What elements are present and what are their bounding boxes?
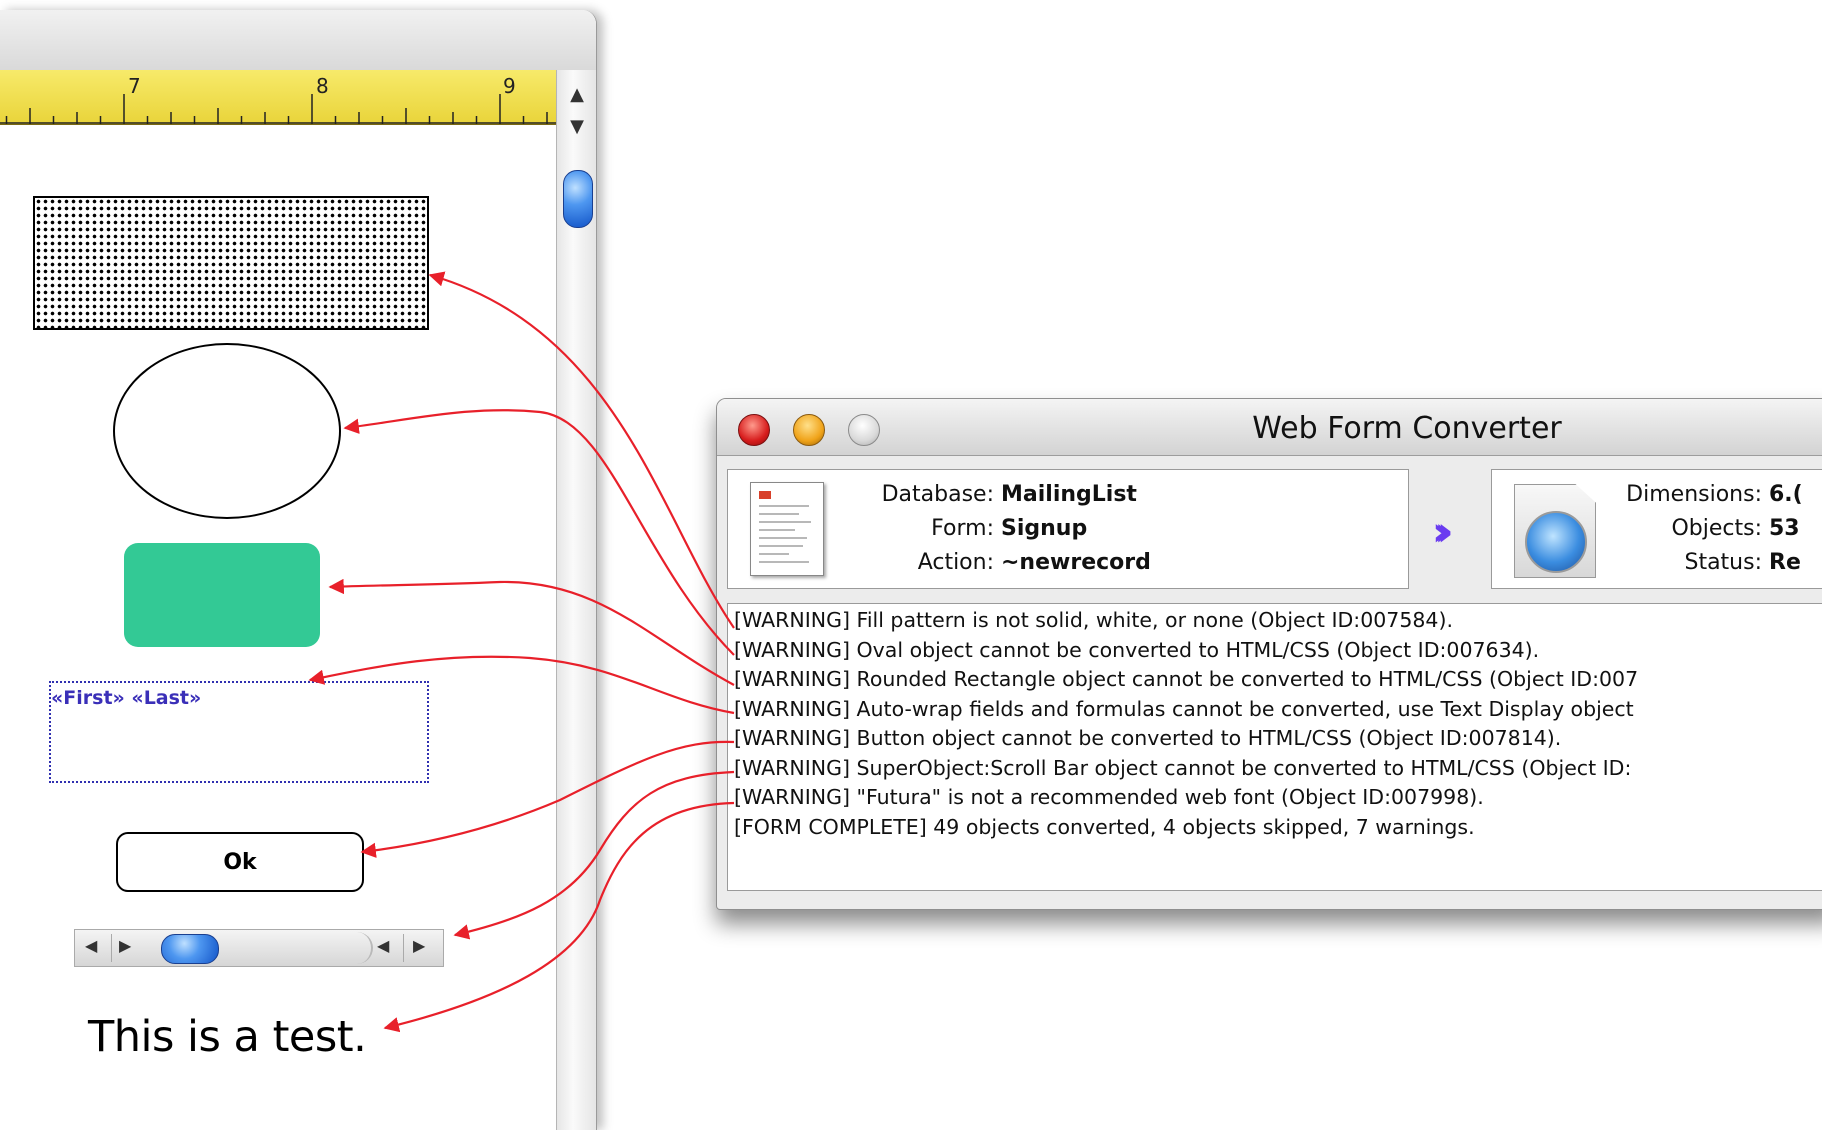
horizontal-scroll-thumb[interactable] (161, 934, 219, 964)
auto-wrap-text-field[interactable]: «First» «Last» (49, 681, 429, 783)
dimensions-row: Dimensions: 6.( (1602, 482, 1803, 507)
scroll-up-arrow-icon[interactable]: ▲ (557, 84, 596, 105)
database-row: Database: MailingList (838, 482, 1137, 507)
database-label: Database: (881, 482, 994, 507)
horizontal-ruler: 7 8 9 (0, 70, 556, 125)
scroll-left-arrow-icon[interactable]: ◀ (85, 936, 97, 955)
static-text-object[interactable]: This is a test. (88, 1012, 367, 1062)
log-line: [WARNING] Oval object cannot be converte… (734, 638, 1540, 662)
source-form-info: Database: MailingList Form: Signup Actio… (727, 469, 1409, 589)
safari-document-icon (1514, 484, 1596, 578)
scroll-right-arrow-icon[interactable]: ▶ (413, 936, 425, 955)
web-form-converter-window: Web Form Converter Database: MailingList… (716, 398, 1822, 910)
ok-button[interactable]: Ok (116, 832, 364, 892)
log-line: [WARNING] "Futura" is not a recommended … (734, 785, 1484, 809)
ruler-label-7: 7 (128, 74, 141, 98)
form-design-window: 7 8 9 ▲ ▼ «First» «Last» Ok ◀ ▶ ◀ ▶ This… (0, 10, 597, 1130)
horizontal-scrollbar-object[interactable]: ◀ ▶ ◀ ▶ (74, 929, 444, 967)
scroll-left-arrow-icon[interactable]: ◀ (377, 936, 389, 955)
objects-label: Objects: (1671, 516, 1762, 541)
form-value: Signup (1001, 516, 1088, 541)
oval-object[interactable] (113, 343, 341, 519)
log-line: [WARNING] Button object cannot be conver… (734, 726, 1562, 750)
dimensions-value: 6.( (1769, 482, 1803, 507)
conversion-log[interactable]: [WARNING] Fill pattern is not solid, whi… (727, 603, 1822, 891)
output-info: Dimensions: 6.( Objects: 53 Status: Re (1491, 469, 1822, 589)
action-value: ~newrecord (1001, 550, 1151, 575)
status-row: Status: Re (1602, 550, 1801, 575)
form-row: Form: Signup (838, 516, 1087, 541)
scrollbar-divider (403, 934, 404, 962)
log-line: [WARNING] Rounded Rectangle object canno… (734, 667, 1639, 691)
status-label: Status: (1684, 550, 1762, 575)
form-window-titlebar[interactable] (0, 10, 596, 71)
action-label: Action: (917, 550, 994, 575)
action-row: Action: ~newrecord (838, 550, 1151, 575)
objects-value: 53 (1769, 516, 1800, 541)
log-line: [WARNING] Fill pattern is not solid, whi… (734, 608, 1453, 632)
scroll-right-arrow-icon[interactable]: ▶ (119, 936, 131, 955)
pattern-fill-rectangle[interactable] (33, 196, 429, 330)
converter-titlebar[interactable]: Web Form Converter (717, 399, 1822, 456)
ruler-label-8: 8 (316, 74, 329, 98)
scroll-down-arrow-icon[interactable]: ▼ (557, 116, 596, 137)
log-line: [WARNING] Auto-wrap fields and formulas … (734, 697, 1634, 721)
ruler-label-9: 9 (503, 74, 516, 98)
form-label: Form: (931, 516, 994, 541)
vertical-scroll-thumb[interactable] (563, 170, 593, 228)
objects-row: Objects: 53 (1602, 516, 1800, 541)
vertical-scrollbar[interactable]: ▲ ▼ (556, 70, 596, 1130)
dimensions-label: Dimensions: (1626, 482, 1762, 507)
scrollbar-divider (111, 934, 112, 962)
log-line: [FORM COMPLETE] 49 objects converted, 4 … (734, 815, 1475, 839)
database-value: MailingList (1001, 482, 1137, 507)
compass-icon (1525, 511, 1587, 573)
status-value: Re (1769, 550, 1801, 575)
scroll-track-end (355, 932, 373, 964)
convert-arrow-icon: ››› (1432, 509, 1454, 555)
merge-field-text: «First» «Last» (51, 687, 202, 709)
window-title: Web Form Converter (1252, 411, 1562, 446)
log-line: [WARNING] SuperObject:Scroll Bar object … (734, 756, 1632, 780)
ruler-ticks (0, 94, 556, 124)
rounded-rectangle-object[interactable] (124, 543, 320, 647)
form-document-icon (750, 482, 824, 576)
